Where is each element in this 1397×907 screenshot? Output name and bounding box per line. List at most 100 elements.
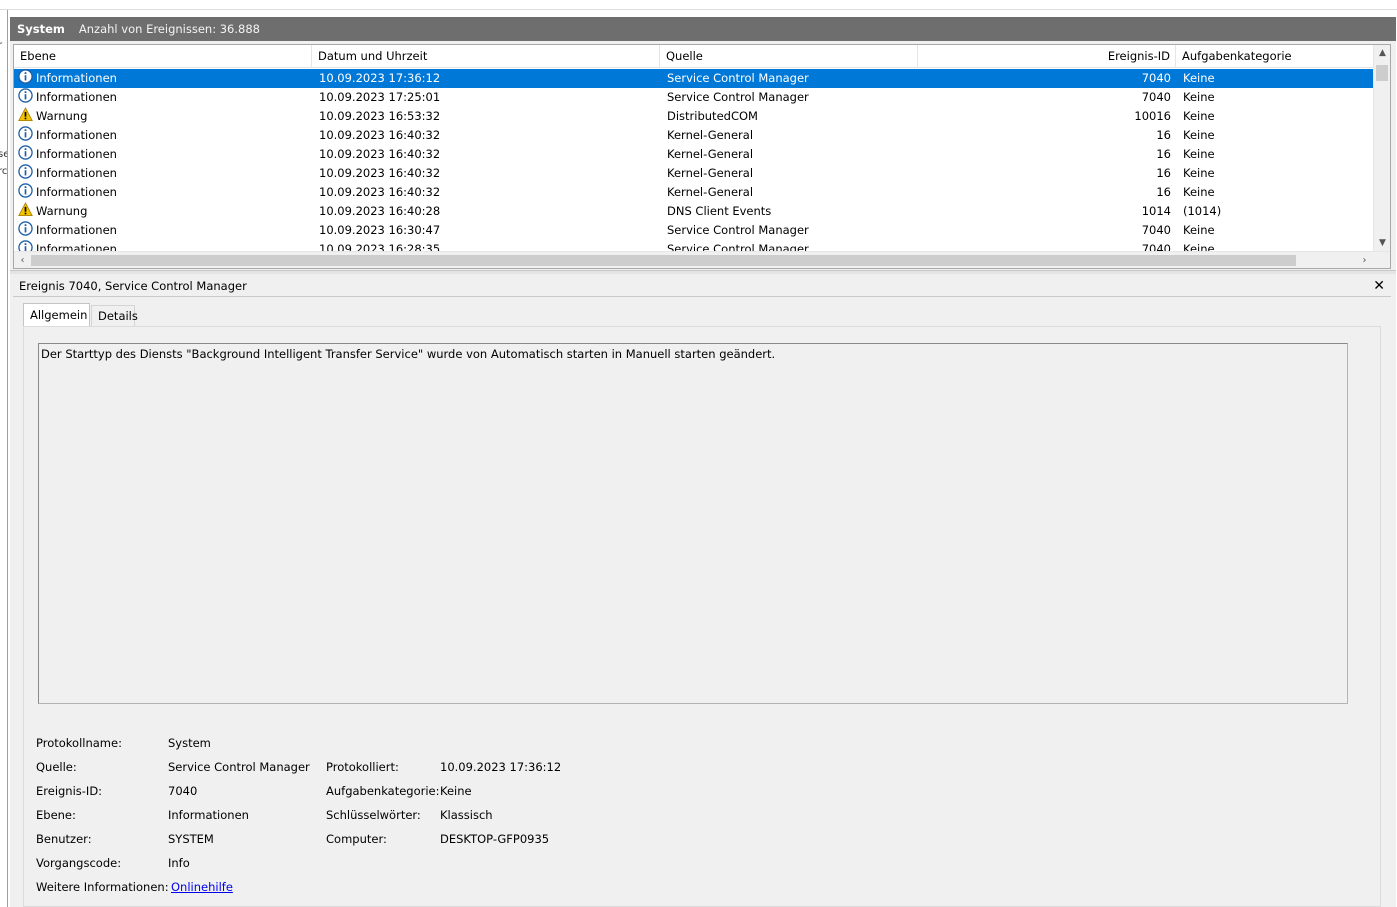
event-id-value[interactable]: 7040 — [168, 784, 197, 798]
cell-date: 10.09.2023 17:25:01 — [319, 90, 441, 104]
cell-category: Keine — [1183, 223, 1215, 237]
cell-date: 10.09.2023 16:40:32 — [319, 128, 441, 142]
info-icon — [18, 69, 33, 84]
event-viewer-window: r se rc System Anzahl von Ereignissen: 3… — [0, 0, 1397, 907]
keywords-value[interactable]: Klassisch — [440, 808, 493, 822]
column-header-event-id[interactable]: Ereignis-ID — [918, 45, 1176, 68]
opcode-label: Vorgangscode: — [36, 856, 122, 870]
opcode-value[interactable]: Info — [168, 856, 190, 870]
cell-source: DNS Client Events — [667, 204, 772, 218]
event-id-label: Ereignis-ID: — [36, 784, 103, 798]
left-navigation-pane[interactable]: r se rc — [0, 10, 8, 907]
cell-date: 10.09.2023 17:36:12 — [319, 71, 441, 85]
cell-category: Keine — [1183, 71, 1215, 85]
table-row[interactable]: Informationen 10.09.2023 17:36:12 Service … — [14, 69, 1374, 88]
keywords-label: Schlüsselwörter: — [326, 808, 421, 822]
logged-label: Protokolliert: — [326, 760, 399, 774]
pane-splitter[interactable] — [10, 270, 1396, 274]
main-pane: System Anzahl von Ereignissen: 36.888 Eb… — [10, 17, 1396, 907]
level-value[interactable]: Informationen — [168, 808, 249, 822]
column-header-source[interactable]: Quelle — [660, 45, 918, 68]
vertical-scrollbar[interactable]: ▲ ▼ — [1373, 45, 1390, 252]
event-list[interactable]: Ebene Datum und Uhrzeit Quelle Ereignis-… — [13, 44, 1391, 269]
table-row[interactable]: Informationen 10.09.2023 16:40:32 Kernel-G… — [14, 126, 1374, 145]
info-icon — [18, 126, 33, 141]
column-header-category[interactable]: Aufgabenkategorie — [1176, 45, 1374, 68]
cell-event-id: 16 — [1156, 147, 1171, 161]
computer-value[interactable]: DESKTOP-GFP0935 — [440, 832, 549, 846]
log-header: System Anzahl von Ereignissen: 36.888 — [10, 17, 1396, 41]
cell-source: Service Control Manager — [667, 90, 809, 104]
cell-category: Keine — [1183, 185, 1215, 199]
cell-level: Informationen — [36, 147, 117, 161]
cell-level: Informationen — [36, 71, 117, 85]
cell-event-id: 7040 — [1141, 90, 1171, 104]
left-pane-fragment: rc — [0, 166, 8, 177]
scroll-right-icon[interactable]: › — [1356, 252, 1373, 268]
table-row[interactable]: Informationen 10.09.2023 16:40:32 Kernel-G… — [14, 164, 1374, 183]
event-rows: Informationen 10.09.2023 17:36:12 Service … — [14, 69, 1374, 251]
more-info-label: Weitere Informationen: — [36, 880, 169, 894]
cell-category: Keine — [1183, 242, 1215, 251]
scroll-up-icon[interactable]: ▲ — [1374, 45, 1390, 62]
cell-level: Informationen — [36, 242, 117, 251]
cell-source: Kernel-General — [667, 166, 754, 180]
online-help-link[interactable]: Onlinehilfe — [171, 880, 233, 894]
left-pane-fragment: r — [0, 40, 2, 51]
warning-icon — [18, 202, 33, 217]
cell-category: Keine — [1183, 128, 1215, 142]
cell-level: Informationen — [36, 223, 117, 237]
cell-category: Keine — [1183, 147, 1215, 161]
log-title: System — [17, 22, 65, 36]
cell-date: 10.09.2023 16:28:35 — [319, 242, 441, 251]
tab-details[interactable]: Details — [91, 305, 138, 326]
table-row[interactable]: Warnung 10.09.2023 16:53:32 DistributedCOM… — [14, 107, 1374, 126]
table-row[interactable]: Informationen 10.09.2023 16:40:32 Kernel-G… — [14, 183, 1374, 202]
column-header-date[interactable]: Datum und Uhrzeit — [312, 45, 660, 68]
cell-source: Service Control Manager — [667, 223, 809, 237]
computer-label: Computer: — [326, 832, 387, 846]
task-category-value[interactable]: Keine — [440, 784, 472, 798]
logged-value[interactable]: 10.09.2023 17:36:12 — [440, 760, 561, 774]
cell-event-id: 1014 — [1141, 204, 1171, 218]
user-value[interactable]: SYSTEM — [168, 832, 214, 846]
cell-category: Keine — [1183, 166, 1215, 180]
cell-event-id: 7040 — [1141, 223, 1171, 237]
tab-general[interactable]: Allgemein — [23, 303, 90, 326]
event-detail-header: Ereignis 7040, Service Control Manager ✕ — [13, 275, 1391, 297]
table-row[interactable]: Informationen 10.09.2023 16:30:47 Service … — [14, 221, 1374, 240]
info-icon — [18, 221, 33, 236]
cell-source: Service Control Manager — [667, 71, 809, 85]
info-icon — [18, 240, 33, 251]
event-detail-title: Ereignis 7040, Service Control Manager — [19, 279, 247, 293]
table-row[interactable]: Warnung 10.09.2023 16:40:28 DNS Client Eve… — [14, 202, 1374, 221]
level-label: Ebene: — [36, 808, 76, 822]
cell-event-id: 16 — [1156, 128, 1171, 142]
cell-category: Keine — [1183, 90, 1215, 104]
source-value[interactable]: Service Control Manager — [168, 760, 310, 774]
table-row[interactable]: Informationen 10.09.2023 16:28:35 Service … — [14, 240, 1374, 251]
task-category-label: Aufgabenkategorie: — [326, 784, 440, 798]
horizontal-scrollbar[interactable]: ‹ › — [14, 251, 1390, 268]
cell-source: Kernel-General — [667, 185, 754, 199]
table-row[interactable]: Informationen 10.09.2023 16:40:32 Kernel-G… — [14, 145, 1374, 164]
info-icon — [18, 183, 33, 198]
table-row[interactable]: Informationen 10.09.2023 17:25:01 Service … — [14, 88, 1374, 107]
event-description[interactable]: Der Starttyp des Diensts "Background Int… — [38, 343, 1348, 704]
cell-event-id: 16 — [1156, 166, 1171, 180]
close-icon[interactable]: ✕ — [1373, 275, 1385, 297]
cell-date: 10.09.2023 16:40:32 — [319, 166, 441, 180]
column-header-level[interactable]: Ebene — [14, 45, 312, 68]
horizontal-scroll-thumb[interactable] — [31, 255, 1296, 266]
cell-category: Keine — [1183, 109, 1215, 123]
log-name-value[interactable]: System — [168, 736, 211, 750]
cell-event-id: 10016 — [1134, 109, 1171, 123]
warning-icon — [18, 107, 33, 122]
vertical-scroll-thumb[interactable] — [1376, 65, 1388, 81]
info-icon — [18, 88, 33, 103]
scroll-down-icon[interactable]: ▼ — [1374, 235, 1390, 252]
cell-date: 10.09.2023 16:53:32 — [319, 109, 441, 123]
scroll-left-icon[interactable]: ‹ — [14, 252, 31, 268]
cell-date: 10.09.2023 16:40:28 — [319, 204, 441, 218]
top-strip — [0, 0, 1397, 10]
